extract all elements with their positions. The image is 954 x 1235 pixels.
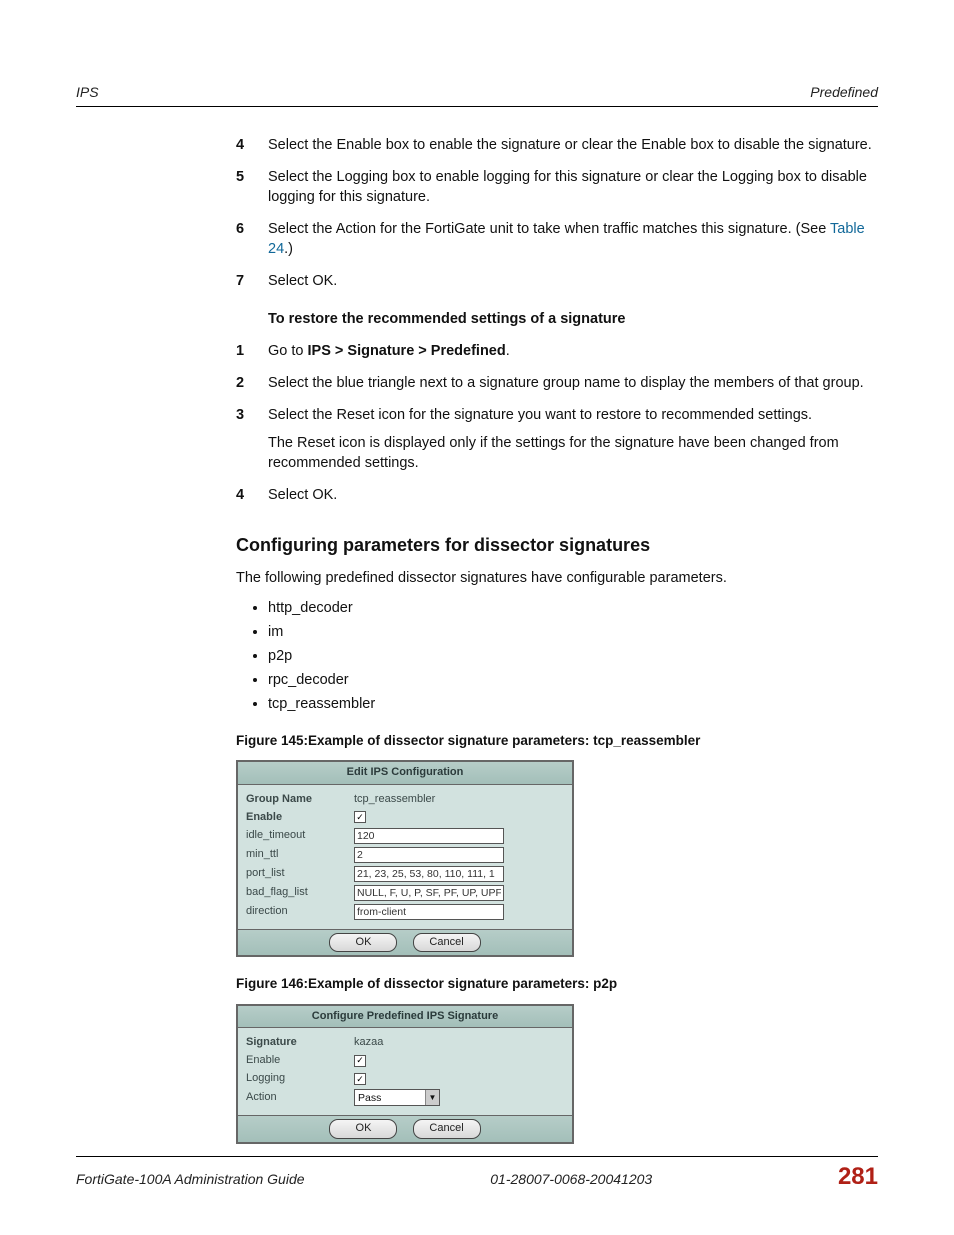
edit-ips-panel: Edit IPS Configuration Group Name tcp_re…	[236, 760, 574, 957]
step-text: Select OK.	[268, 485, 878, 505]
idle-timeout-input[interactable]	[354, 828, 504, 844]
panel-title: Configure Predefined IPS Signature	[238, 1004, 572, 1028]
list-item: tcp_reassembler	[268, 694, 878, 714]
running-footer: FortiGate-100A Administration Guide 01-2…	[76, 1156, 878, 1191]
bad-flag-list-label: bad_flag_list	[246, 885, 354, 900]
cancel-button[interactable]: Cancel	[413, 1119, 481, 1138]
list-item: http_decoder	[268, 598, 878, 618]
list-item: p2p	[268, 646, 878, 666]
action-select[interactable]: Pass ▼	[354, 1089, 440, 1106]
enable-label: Enable	[246, 1053, 354, 1068]
action-label: Action	[246, 1090, 354, 1105]
direction-label: direction	[246, 904, 354, 919]
section-heading: Configuring parameters for dissector sig…	[236, 533, 878, 558]
step-number: 6	[236, 219, 268, 259]
figure-caption: Figure 145:Example of dissector signatur…	[236, 732, 878, 751]
step-number: 1	[236, 341, 268, 361]
group-name-value: tcp_reassembler	[354, 792, 435, 807]
step-number: 4	[236, 135, 268, 155]
port-list-input[interactable]	[354, 866, 504, 882]
procedure-step: 2Select the blue triangle next to a sign…	[236, 373, 878, 393]
procedure-step: 3Select the Reset icon for the signature…	[236, 405, 878, 473]
group-name-label: Group Name	[246, 792, 354, 807]
header-left: IPS	[76, 84, 99, 100]
step-text: Select the blue triangle next to a signa…	[268, 373, 878, 393]
list-item: im	[268, 622, 878, 642]
step-number: 2	[236, 373, 268, 393]
enable-checkbox[interactable]: ✓	[354, 811, 366, 823]
page: IPS Predefined 4Select the Enable box to…	[0, 0, 954, 1235]
running-header: IPS Predefined	[76, 84, 878, 107]
min-ttl-input[interactable]	[354, 847, 504, 863]
procedure-step: 6Select the Action for the FortiGate uni…	[236, 219, 878, 259]
step-number: 3	[236, 405, 268, 473]
procedure-step: 4Select OK.	[236, 485, 878, 505]
enable-checkbox[interactable]: ✓	[354, 1055, 366, 1067]
figure-caption: Figure 146:Example of dissector signatur…	[236, 975, 878, 994]
footer-left: FortiGate-100A Administration Guide	[76, 1171, 305, 1187]
ok-button[interactable]: OK	[329, 1119, 397, 1138]
chevron-down-icon: ▼	[425, 1090, 439, 1105]
bullet-list: http_decoderim p2p rpc_decoder tcp_reassemb…	[236, 598, 878, 714]
step-number: 7	[236, 271, 268, 291]
enable-label: Enable	[246, 810, 354, 825]
step-text: Select the Reset icon for the signature …	[268, 405, 878, 473]
cancel-button[interactable]: Cancel	[413, 933, 481, 952]
ok-button[interactable]: OK	[329, 933, 397, 952]
step-text: Select OK.	[268, 271, 878, 291]
action-select-value: Pass	[358, 1091, 381, 1105]
signature-value: kazaa	[354, 1035, 383, 1050]
procedure-step: 5Select the Logging box to enable loggin…	[236, 167, 878, 207]
step-text: Select the Action for the FortiGate unit…	[268, 219, 878, 259]
procedure-step: 7Select OK.	[236, 271, 878, 291]
port-list-label: port_list	[246, 866, 354, 881]
step-text: Select the Enable box to enable the sign…	[268, 135, 878, 155]
logging-label: Logging	[246, 1071, 354, 1086]
page-content: 4Select the Enable box to enable the sig…	[236, 135, 878, 1144]
signature-label: Signature	[246, 1035, 354, 1050]
step-number: 5	[236, 167, 268, 207]
bad-flag-list-input[interactable]	[354, 885, 504, 901]
footer-center: 01-28007-0068-20041203	[490, 1171, 652, 1187]
section-intro: The following predefined dissector signa…	[236, 568, 878, 588]
sub-heading: To restore the recommended settings of a…	[268, 309, 878, 329]
page-number: 281	[838, 1163, 878, 1191]
configure-signature-panel: Configure Predefined IPS Signature Signa…	[236, 1004, 574, 1144]
step-text: Select the Logging box to enable logging…	[268, 167, 878, 207]
crossref-link[interactable]: Table 24	[268, 221, 865, 257]
procedure-step: 1Go to IPS > Signature > Predefined.	[236, 341, 878, 361]
logging-checkbox[interactable]: ✓	[354, 1073, 366, 1085]
panel-title: Edit IPS Configuration	[238, 760, 572, 784]
direction-input[interactable]	[354, 904, 504, 920]
list-item: rpc_decoder	[268, 670, 878, 690]
procedure-step: 4Select the Enable box to enable the sig…	[236, 135, 878, 155]
idle-timeout-label: idle_timeout	[246, 828, 354, 843]
min-ttl-label: min_ttl	[246, 847, 354, 862]
step-number: 4	[236, 485, 268, 505]
header-right: Predefined	[810, 84, 878, 100]
step-text: Go to IPS > Signature > Predefined.	[268, 341, 878, 361]
